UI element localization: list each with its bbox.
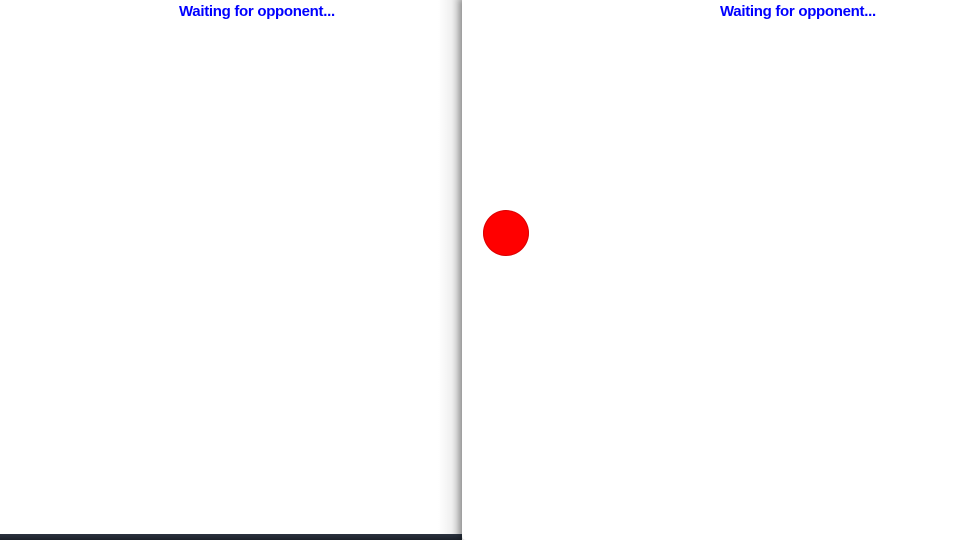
right-game-window[interactable]: Waiting for opponent... xyxy=(462,0,960,540)
window-edge-shadow xyxy=(438,0,462,534)
left-status-text: Waiting for opponent... xyxy=(179,3,335,20)
taskbar-strip xyxy=(0,534,462,540)
red-ball xyxy=(483,210,529,256)
right-status-text: Waiting for opponent... xyxy=(720,3,876,20)
game-stage: Waiting for opponent... Waiting for oppo… xyxy=(0,0,960,540)
left-game-window[interactable]: Waiting for opponent... xyxy=(0,0,462,534)
